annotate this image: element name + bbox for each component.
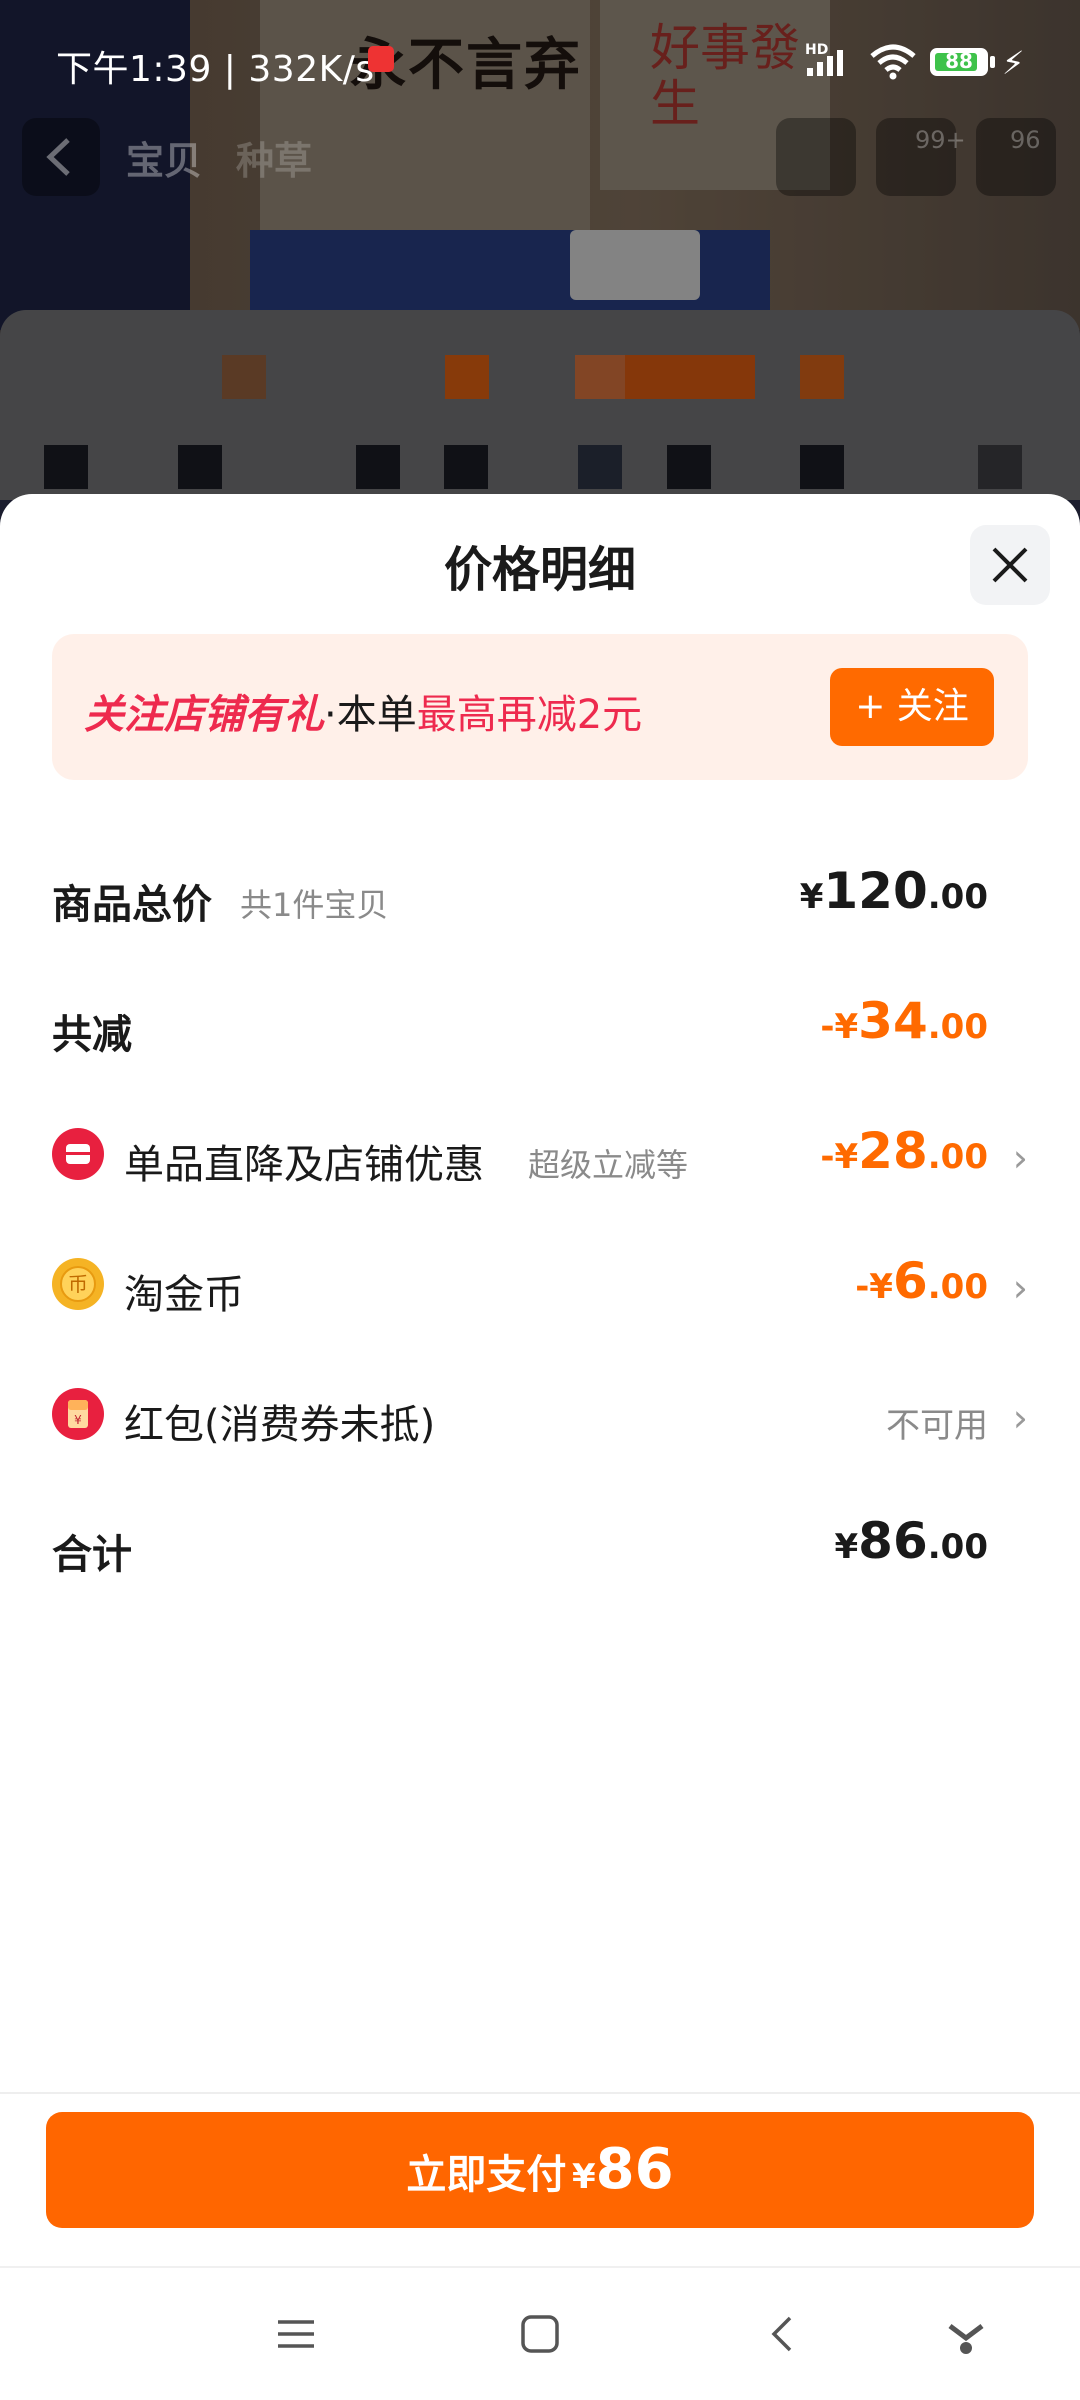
total-amount: ¥86.00 (835, 1512, 989, 1570)
status-net-speed: 332K/s (248, 49, 375, 90)
signal-hd-label: HD (805, 42, 829, 58)
charging-icon: ⚡ (1002, 44, 1025, 82)
divider (0, 2092, 1080, 2094)
amount-dec: .00 (927, 1137, 988, 1177)
amount-int: 86 (858, 1512, 928, 1570)
tab-baobei: 宝贝 (126, 139, 203, 183)
pay-button-label: 立即支付 (406, 2152, 567, 2198)
svg-text:币: 币 (68, 1272, 88, 1296)
total-reduction-amount: -¥34.00 (820, 992, 988, 1050)
pay-now-button[interactable]: 立即支付 ¥86 (46, 2112, 1034, 2228)
back-icon[interactable] (762, 2312, 806, 2356)
currency: -¥ (820, 1007, 859, 1047)
red-packet-icon: ¥ (52, 1388, 104, 1440)
battery-cap (990, 56, 995, 68)
shop-discount-amount: -¥28.00 (820, 1122, 988, 1180)
menu-icon[interactable] (274, 2312, 318, 2356)
amount-int: 6 (892, 1252, 928, 1310)
subtotal-amount: ¥120.00 (800, 862, 988, 920)
sheet-title: 价格明细 (443, 542, 636, 598)
chevron-right-icon: › (1012, 1266, 1028, 1310)
signal-icon: HD (805, 42, 857, 82)
assistant-icon[interactable] (944, 2312, 988, 2356)
red-packet-row[interactable]: ¥ 红包(消费券未抵) 不可用 › (52, 1370, 1028, 1460)
share-icon (776, 118, 856, 196)
coin-icon: 币 (52, 1258, 104, 1310)
total-label: 合计 (52, 1532, 132, 1578)
shop-discount-row[interactable]: 单品直降及店铺优惠 超级立减等 -¥28.00 › (52, 1110, 1028, 1200)
status-bar: 下午1:39 | 332K/s HD 88 ⚡ (0, 0, 1080, 96)
amount-dec: .00 (927, 1007, 988, 1047)
promo-highlight: 关注店铺有礼 (84, 692, 324, 738)
promo-text: 关注店铺有礼·本单最高再减2元 (84, 682, 642, 740)
currency: ¥ (834, 1527, 859, 1567)
notification-app-icon (368, 46, 394, 72)
back-button (22, 118, 100, 196)
promo-middle: ·本单 (324, 692, 417, 738)
svg-text:¥: ¥ (74, 1413, 82, 1427)
status-separator: | (223, 49, 237, 90)
currency: ¥ (799, 877, 824, 917)
currency: -¥ (820, 1137, 859, 1177)
more-badge: 96 (1010, 126, 1041, 154)
cart-badge: 99+ (915, 126, 966, 154)
taojin-coin-amount: -¥6.00 (855, 1252, 988, 1310)
close-button[interactable] (970, 525, 1050, 605)
chevron-right-icon: › (1012, 1136, 1028, 1180)
pay-button-amount: 86 (595, 2137, 674, 2202)
amount-int: 120 (823, 862, 928, 920)
amount-int: 28 (858, 1122, 928, 1180)
follow-shop-button[interactable]: + 关注 (830, 668, 994, 746)
tab-zhongcao: 种草 (236, 139, 313, 183)
chevron-right-icon: › (1012, 1396, 1028, 1440)
taojin-coin-label: 淘金币 (124, 1272, 244, 1318)
shop-discount-label: 单品直降及店铺优惠 (124, 1142, 484, 1188)
total-reduction-label: 共减 (52, 1012, 132, 1058)
red-packet-label: 红包(消费券未抵) (124, 1402, 436, 1448)
taojin-coin-row[interactable]: 币 淘金币 -¥6.00 › (52, 1240, 1028, 1330)
status-clock: 下午1:39 (56, 49, 212, 90)
battery-level: 88 (945, 49, 973, 73)
amount-int: 34 (858, 992, 928, 1050)
amount-dec: .00 (927, 1267, 988, 1307)
red-packet-status: 不可用 (886, 1406, 988, 1446)
subtotal-row: 商品总价 共1件宝贝 ¥120.00 (52, 850, 1028, 940)
wifi-icon (868, 44, 918, 84)
amount-dec: .00 (927, 877, 988, 917)
total-row: 合计 ¥86.00 (52, 1500, 1028, 1590)
shop-discount-sub: 超级立减等 (528, 1146, 689, 1184)
subtotal-label: 商品总价 (52, 882, 212, 928)
currency: -¥ (855, 1267, 893, 1307)
system-navigation-bar (0, 2268, 1080, 2400)
subtotal-item-count: 共1件宝贝 (240, 886, 389, 924)
total-reduction-row: 共减 -¥34.00 (52, 980, 1028, 1070)
battery-icon: 88 (930, 48, 988, 76)
follow-shop-promo: 关注店铺有礼·本单最高再减2元 + 关注 (52, 634, 1028, 780)
promo-tail: 最高再减2元 (416, 692, 643, 738)
shop-discount-icon (52, 1128, 104, 1180)
close-icon (992, 547, 1028, 583)
pay-button-currency: ¥ (571, 2157, 596, 2197)
amount-dec: .00 (927, 1527, 988, 1567)
home-icon[interactable] (518, 2312, 562, 2356)
status-time: 下午1:39 | 332K/s (56, 40, 375, 92)
